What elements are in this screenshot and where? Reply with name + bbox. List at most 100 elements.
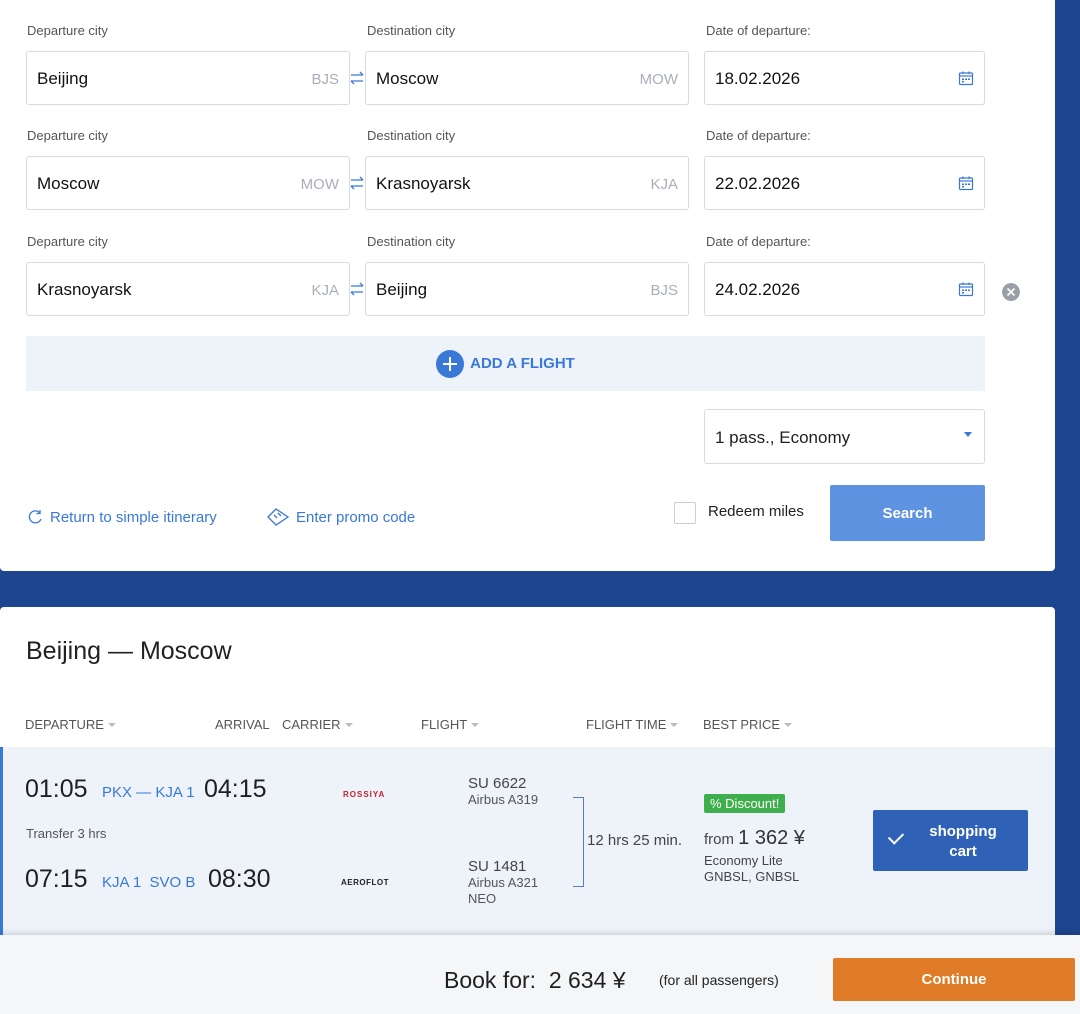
sort-icon bbox=[784, 722, 793, 727]
column-label: FLIGHT bbox=[421, 717, 468, 732]
destination-label: Destination city bbox=[367, 23, 456, 38]
leg1-route: PKX — KJA 1 bbox=[102, 784, 195, 801]
booking-footer: Book for: 2 634 ¥ (for all passengers) C… bbox=[0, 935, 1080, 1014]
calendar-icon[interactable] bbox=[958, 175, 974, 191]
plus-icon bbox=[436, 349, 465, 378]
book-total: Book for: 2 634 ¥ bbox=[444, 967, 626, 993]
flight-duration: 12 hrs 25 min. bbox=[587, 832, 683, 849]
column-label: DEPARTURE bbox=[25, 717, 104, 732]
price-amount: 1 362 ¥ bbox=[738, 827, 805, 849]
destination-city-field[interactable]: Beijing BJS bbox=[365, 262, 689, 316]
destination-city-value: Moscow bbox=[376, 69, 439, 88]
promo-code-link[interactable]: Enter promo code bbox=[266, 508, 415, 526]
destination-city-code: BJS bbox=[650, 282, 678, 299]
return-simple-itinerary-link[interactable]: Return to simple itinerary bbox=[26, 508, 217, 526]
swap-icon[interactable] bbox=[348, 69, 366, 87]
departure-city-value: Krasnoyarsk bbox=[37, 280, 132, 299]
leg2-departure-time: 07:15 bbox=[25, 865, 88, 893]
destination-city-code: MOW bbox=[639, 71, 678, 88]
destination-label: Destination city bbox=[367, 234, 456, 249]
sort-carrier[interactable]: CARRIER bbox=[282, 717, 353, 732]
flight-number: SU 1481 bbox=[468, 858, 527, 875]
shopping-cart-button[interactable]: shopping cart bbox=[873, 810, 1028, 871]
segment-1: Departure city Destination city Date of … bbox=[0, 0, 1055, 106]
flight-number: SU 6622 bbox=[468, 775, 527, 792]
flight-option-row[interactable]: 01:05 PKX — KJA 1 04:15 ROSSIYA SU 6622 … bbox=[0, 747, 1055, 935]
redeem-miles-checkbox[interactable] bbox=[674, 502, 696, 524]
departure-city-field[interactable]: Moscow MOW bbox=[26, 156, 350, 210]
sort-arrival[interactable]: ARRIVAL bbox=[215, 717, 270, 732]
book-note: (for all passengers) bbox=[659, 972, 779, 988]
add-flight-button[interactable]: ADD A FLIGHT bbox=[26, 336, 985, 391]
aircraft: Airbus A321 bbox=[468, 875, 539, 890]
sort-departure[interactable]: DEPARTURE bbox=[25, 717, 116, 732]
destination-city-field[interactable]: Moscow MOW bbox=[365, 51, 689, 105]
leg1-arrival-time: 04:15 bbox=[204, 775, 267, 803]
date-field[interactable]: 24.02.2026 bbox=[704, 262, 985, 316]
remove-segment-icon[interactable] bbox=[1002, 283, 1020, 301]
cart-label: shopping cart bbox=[913, 822, 1013, 862]
departure-city-field[interactable]: Krasnoyarsk KJA bbox=[26, 262, 350, 316]
destination-city-value: Krasnoyarsk bbox=[376, 174, 471, 193]
search-button[interactable]: Search bbox=[830, 485, 985, 541]
date-field[interactable]: 22.02.2026 bbox=[704, 156, 985, 210]
continue-button[interactable]: Continue bbox=[833, 958, 1075, 1001]
date-value: 22.02.2026 bbox=[715, 174, 801, 193]
column-label: FLIGHT TIME bbox=[586, 717, 667, 732]
price: from 1 362 ¥ bbox=[704, 827, 805, 850]
aeroflot-logo: AEROFLOT bbox=[341, 878, 389, 887]
leg1-flight-info: SU 6622 Airbus A319 bbox=[468, 776, 538, 808]
results-card: Beijing — Moscow DEPARTURE ARRIVAL CARRI… bbox=[0, 607, 1055, 935]
discount-badge: % Discount! bbox=[704, 794, 786, 813]
fare-class: Economy Lite bbox=[704, 853, 783, 868]
ticket-icon bbox=[267, 508, 290, 526]
sort-best-price[interactable]: BEST PRICE bbox=[703, 717, 793, 732]
destination-label: Destination city bbox=[367, 128, 456, 143]
date-label: Date of departure: bbox=[706, 234, 811, 249]
swap-icon[interactable] bbox=[348, 280, 366, 298]
departure-city-code: BJS bbox=[311, 71, 339, 88]
date-field[interactable]: 18.02.2026 bbox=[704, 51, 985, 105]
date-value: 24.02.2026 bbox=[715, 280, 801, 299]
sort-flight-time[interactable]: FLIGHT TIME bbox=[586, 717, 679, 732]
add-flight-label: ADD A FLIGHT bbox=[470, 355, 575, 372]
departure-city-code: MOW bbox=[300, 176, 339, 193]
passengers-value: 1 pass., Economy bbox=[715, 428, 851, 447]
route-title: Beijing — Moscow bbox=[26, 637, 232, 665]
passengers-select[interactable]: 1 pass., Economy bbox=[704, 409, 985, 464]
cart-label-line1: shopping bbox=[929, 823, 997, 840]
date-label: Date of departure: bbox=[706, 128, 811, 143]
departure-city-field[interactable]: Beijing BJS bbox=[26, 51, 350, 105]
destination-city-code: KJA bbox=[650, 176, 678, 193]
leg2-flight-info: SU 1481 Airbus A321 NEO bbox=[468, 859, 538, 907]
sort-flight[interactable]: FLIGHT bbox=[421, 717, 480, 732]
date-label: Date of departure: bbox=[706, 23, 811, 38]
departure-label: Departure city bbox=[27, 128, 108, 143]
connection-bracket bbox=[573, 797, 584, 887]
check-icon bbox=[887, 828, 905, 845]
departure-label: Departure city bbox=[27, 234, 108, 249]
departure-city-code: KJA bbox=[311, 282, 339, 299]
carrier-logo-text: AEROFLOT bbox=[341, 878, 389, 887]
return-link-label: Return to simple itinerary bbox=[50, 508, 217, 526]
redeem-miles-label: Redeem miles bbox=[708, 503, 804, 520]
leg2-arrival-time: 08:30 bbox=[208, 865, 271, 893]
leg2-route: KJA 1 SVO B bbox=[102, 874, 196, 891]
aircraft-variant: NEO bbox=[468, 891, 497, 906]
destination-city-field[interactable]: Krasnoyarsk KJA bbox=[365, 156, 689, 210]
price-from: from bbox=[704, 831, 734, 848]
aircraft: Airbus A319 bbox=[468, 792, 539, 807]
column-label: BEST PRICE bbox=[703, 717, 781, 732]
sort-icon bbox=[107, 722, 116, 727]
segment-3: Departure city Destination city Date of … bbox=[0, 211, 1055, 317]
segment-2: Departure city Destination city Date of … bbox=[0, 105, 1055, 211]
departure-label: Departure city bbox=[27, 23, 108, 38]
destination-city-value: Beijing bbox=[376, 280, 428, 299]
swap-icon[interactable] bbox=[348, 174, 366, 192]
departure-city-value: Beijing bbox=[37, 69, 89, 88]
rossiya-logo: ROSSIYA bbox=[343, 790, 385, 799]
calendar-icon[interactable] bbox=[958, 70, 974, 86]
chevron-down-icon bbox=[964, 432, 972, 437]
transfer-info: Transfer 3 hrs bbox=[26, 826, 107, 841]
calendar-icon[interactable] bbox=[958, 281, 974, 297]
